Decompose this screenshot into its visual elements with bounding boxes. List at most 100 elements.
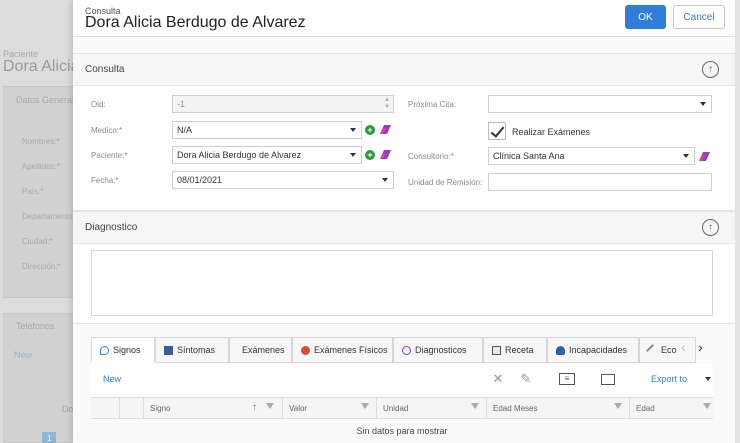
tab-sintomas[interactable]: Síntomas <box>155 337 229 363</box>
grid-col-edad-meses[interactable]: Edad Meses <box>486 398 629 419</box>
grid-toolbar: New ✕ ✎ ≡ Export to <box>91 364 713 396</box>
column-chooser-icon[interactable]: ≡ <box>559 373 575 385</box>
add-paciente-icon[interactable]: + <box>365 150 375 160</box>
chevron-down-icon <box>700 102 706 106</box>
new-button[interactable]: New <box>103 374 121 384</box>
tab-label: Eco <box>661 345 677 355</box>
bg-field-label: Nombres:* <box>22 137 60 146</box>
modal-header: Consulta Dora Alicia Berdugo de Alvarez … <box>73 0 735 37</box>
spinner-icon[interactable]: ▲ ▼ <box>384 97 390 111</box>
tab-signos[interactable]: Signos <box>91 337 155 363</box>
oid-value: -1 <box>177 99 186 109</box>
cancel-button[interactable]: Cancel <box>673 5 725 29</box>
clear-consultorio-icon[interactable] <box>699 152 710 161</box>
grid-col-valor[interactable]: Valor <box>282 398 376 419</box>
body-icon <box>301 345 310 355</box>
consultorio-select[interactable]: Clínica Santa Ana <box>488 147 695 165</box>
fecha-date-picker[interactable]: 08/01/2021 <box>172 171 394 189</box>
tabs-next-icon[interactable]: › <box>698 339 703 355</box>
tab-label: Síntomas <box>177 345 216 355</box>
modal-title: Dora Alicia Berdugo de Alvarez <box>85 14 306 31</box>
chevron-down-icon <box>350 128 356 132</box>
bg-field-label: Dirección:* <box>22 262 61 271</box>
clear-paciente-icon[interactable] <box>380 150 391 159</box>
collapse-up-icon[interactable]: ↑ <box>702 61 719 78</box>
oid-label: Oid: <box>91 100 106 109</box>
realizar-examenes-label: Realizar Exámenes <box>512 127 591 137</box>
telefonos-panel: Teléfonos New Do 1 <box>3 313 83 443</box>
paciente-value: Dora Alicia Berdugo de Alvarez <box>177 150 302 160</box>
column-header: Edad <box>636 404 655 413</box>
tab-eco[interactable]: Eco <box>639 337 696 363</box>
section-title: Diagnostico <box>85 222 138 233</box>
column-header: Edad Meses <box>493 404 538 413</box>
chevron-down-icon[interactable] <box>705 377 711 381</box>
oid-field[interactable]: -1 ▲ ▼ <box>172 95 394 113</box>
add-medico-icon[interactable]: + <box>365 125 375 135</box>
chevron-down-icon <box>382 178 388 182</box>
user-icon <box>556 345 565 355</box>
clear-medico-icon[interactable] <box>380 125 391 134</box>
tab-label: Exámenes Físicos <box>314 345 388 355</box>
proxima-cita-label: Próxima Cita: <box>408 100 457 109</box>
collapse-up-icon[interactable]: ↑ <box>702 219 719 236</box>
bg-field-label: Apellidos:* <box>22 162 60 171</box>
tab-examenes[interactable]: Exámenes <box>229 337 292 363</box>
export-window-icon[interactable] <box>601 374 615 385</box>
unidad-remision-field[interactable] <box>488 173 712 191</box>
telefonos-label: Teléfonos <box>16 321 55 331</box>
medico-select[interactable]: N/A <box>172 121 362 139</box>
fecha-value: 08/01/2021 <box>177 175 223 185</box>
proxima-cita-date-picker[interactable] <box>488 95 712 113</box>
filter-icon[interactable] <box>614 403 622 409</box>
bg-page-number: 1 <box>42 432 57 443</box>
diagnostico-section-header[interactable]: Diagnostico ↑ <box>73 212 735 244</box>
filter-icon[interactable] <box>471 403 479 409</box>
datos-label: Datos General <box>16 95 75 105</box>
diagnostico-textarea[interactable] <box>91 250 713 316</box>
section-title: Consulta <box>85 64 125 75</box>
tab-diagnosticos[interactable]: Diagnosticos <box>393 337 483 363</box>
filter-icon[interactable] <box>703 403 711 409</box>
wrench-icon <box>646 343 659 357</box>
tabs-prev-icon[interactable]: ‹ <box>681 339 686 355</box>
chevron-down-icon <box>683 154 689 158</box>
tab-label: Incapacidades <box>569 345 628 355</box>
paciente-label: Paciente:* <box>91 151 128 160</box>
fecha-label: Fecha:* <box>91 176 119 185</box>
cancel-edit-icon[interactable]: ✕ <box>491 372 505 386</box>
grid-col-select <box>91 398 119 419</box>
export-button[interactable]: Export to <box>651 374 687 384</box>
stethoscope-icon <box>402 345 411 355</box>
patient-name: Dora Alicia <box>3 58 80 75</box>
filter-icon[interactable] <box>266 403 274 409</box>
sort-asc-icon[interactable]: ↑ <box>252 402 257 413</box>
grid-col-edad[interactable]: Edad <box>629 398 713 419</box>
grid-col-actions <box>119 398 143 419</box>
page-scrollbar[interactable] <box>735 0 740 443</box>
grid-col-unidad[interactable]: Unidad <box>376 398 486 419</box>
bg-row-text: Do <box>62 404 74 414</box>
filter-icon[interactable] <box>361 403 369 409</box>
detail-tabs: Signos Síntomas Exámenes Exámenes Físico… <box>91 337 696 363</box>
grid-header: Signo ↑ Valor Unidad Edad Meses Edad <box>91 397 713 419</box>
tab-label: Exámenes <box>242 345 285 355</box>
tab-receta[interactable]: Receta <box>483 337 547 363</box>
realizar-examenes-checkbox[interactable] <box>488 122 506 140</box>
tab-examenes-fisicos[interactable]: Exámenes Físicos <box>292 337 393 363</box>
ok-button[interactable]: OK <box>625 5 666 29</box>
tab-incapacidades[interactable]: Incapacidades <box>547 337 639 363</box>
column-header: Valor <box>289 404 308 413</box>
edit-pencil-icon[interactable]: ✎ <box>519 372 533 386</box>
grid-col-signo[interactable]: Signo ↑ <box>143 398 282 419</box>
datos-generales-panel: Datos General Nombres:* Apellidos:* País… <box>3 86 83 298</box>
consultorio-value: Clínica Santa Ana <box>493 151 565 161</box>
paciente-select[interactable]: Dora Alicia Berdugo de Alvarez <box>172 146 362 164</box>
medico-value: N/A <box>177 125 193 135</box>
unidad-remision-label: Unidad de Remisión: <box>408 178 483 187</box>
bg-field-label: Departamento:* <box>22 212 79 221</box>
list-icon <box>164 345 173 355</box>
tab-label: Signos <box>113 345 141 355</box>
consulta-section-header[interactable]: Consulta ↑ <box>73 54 735 86</box>
grid-empty-message: Sin datos para mostrar <box>356 426 448 436</box>
